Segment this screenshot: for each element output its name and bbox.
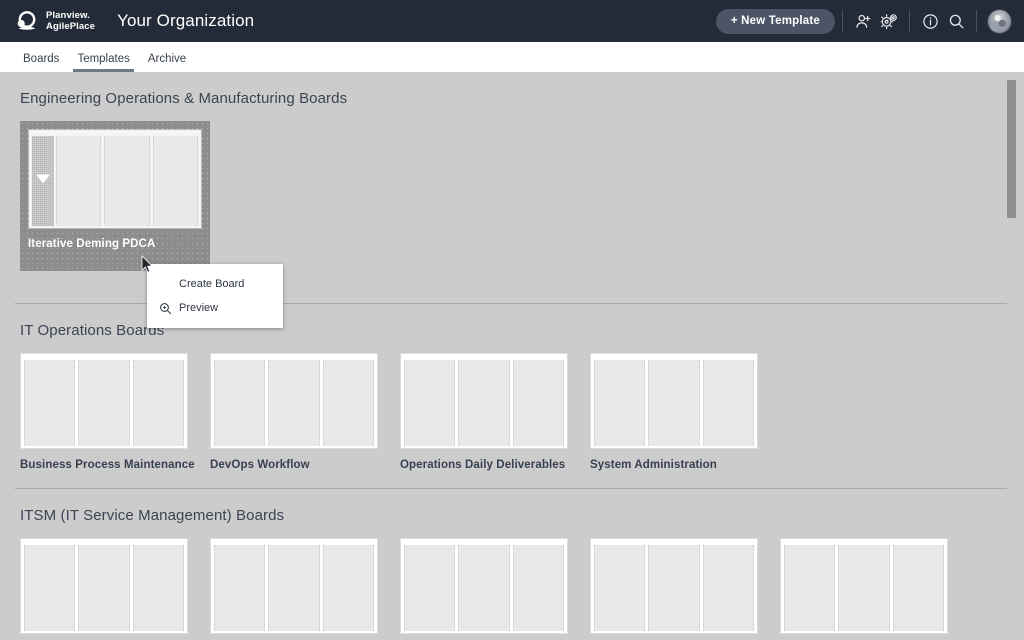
thumbnail-column <box>458 545 510 631</box>
section-title: Engineering Operations & Manufacturing B… <box>20 90 348 107</box>
thumbnail-column <box>784 545 836 631</box>
tab-boards[interactable]: Boards <box>14 53 68 72</box>
thumbnail-column <box>132 545 184 631</box>
template-card-itsm-5[interactable] <box>780 538 948 640</box>
board-thumbnail <box>400 538 568 634</box>
thumbnail-column <box>214 360 266 446</box>
template-card-label: Iterative Deming PDCA <box>28 238 156 250</box>
thumbnail-column <box>512 545 564 631</box>
context-menu-item-create-board[interactable]: Create Board <box>147 272 283 296</box>
thumbnail-column <box>892 545 944 631</box>
template-card-itsm-4[interactable] <box>590 538 758 640</box>
brand-logo[interactable]: Planview. AgilePlace <box>14 8 95 34</box>
thumbnail-column <box>648 360 700 446</box>
board-thumbnail <box>590 353 758 449</box>
thumbnail-column <box>104 136 150 226</box>
thumbnail-column <box>702 360 754 446</box>
thumbnail-column <box>322 360 374 446</box>
new-template-button[interactable]: + New Template <box>715 8 835 34</box>
thumbnail-column <box>214 545 266 631</box>
template-card-label: DevOps Workflow <box>210 459 310 471</box>
context-menu-item-label: Create Board <box>179 278 245 290</box>
context-menu-item-label: Preview <box>179 302 219 314</box>
template-card-iterative-deming-pdca[interactable]: Iterative Deming PDCA <box>20 121 210 271</box>
avatar[interactable] <box>987 8 1012 34</box>
template-card-itsm-3[interactable] <box>400 538 568 640</box>
brand-line-2: AgilePlace <box>46 21 96 32</box>
thumbnail-column <box>152 136 198 226</box>
divider <box>976 10 977 32</box>
template-card-itsm-1[interactable] <box>20 538 188 640</box>
search-icon[interactable] <box>943 8 969 34</box>
template-card-devops-workflow[interactable]: DevOps Workflow <box>210 353 378 471</box>
context-menu-item-preview[interactable]: Preview <box>147 296 283 320</box>
thumbnail-column <box>594 545 646 631</box>
section-it-operations: IT Operations Boards Business Process Ma… <box>0 304 1024 489</box>
section-itsm: ITSM (IT Service Management) Boards <box>0 489 1024 640</box>
thumbnail-column <box>404 360 456 446</box>
thumbnail-column <box>648 545 700 631</box>
chevron-down-icon[interactable] <box>36 174 50 184</box>
template-card-itsm-2[interactable] <box>210 538 378 640</box>
thumbnail-column <box>24 360 76 446</box>
template-context-menu: Create Board Preview <box>147 264 283 328</box>
template-card-label: Operations Daily Deliverables <box>400 459 566 471</box>
divider <box>909 10 910 32</box>
thumbnail-column <box>512 360 564 446</box>
magnifier-icon <box>157 300 173 316</box>
board-thumbnail <box>20 538 188 634</box>
brand-line-1: Planview. <box>46 10 90 21</box>
thumbnail-column <box>404 545 456 631</box>
templates-content-area: Engineering Operations & Manufacturing B… <box>0 72 1024 640</box>
thumbnail-column <box>78 545 130 631</box>
template-card-row: Business Process Maintenance DevOps Work… <box>0 339 1024 471</box>
thumbnail-column <box>268 545 320 631</box>
board-thumbnail <box>210 353 378 449</box>
board-thumbnail <box>590 538 758 634</box>
tab-templates[interactable]: Templates <box>68 53 138 72</box>
template-card-row <box>0 524 1024 640</box>
thumbnail-column <box>594 360 646 446</box>
thumbnail-column <box>56 136 102 226</box>
thumbnail-column <box>458 360 510 446</box>
board-thumbnail <box>210 538 378 634</box>
info-icon[interactable] <box>917 8 943 34</box>
thumbnail-column <box>322 545 374 631</box>
thumbnail-column <box>132 360 184 446</box>
divider <box>842 10 843 32</box>
thumbnail-column <box>838 545 890 631</box>
tab-archive[interactable]: Archive <box>139 53 195 72</box>
planview-logo-icon <box>14 8 40 34</box>
vertical-scrollbar-thumb[interactable] <box>1007 80 1016 218</box>
thumbnail-column <box>24 545 76 631</box>
brand-wordmark: Planview. AgilePlace <box>46 10 95 32</box>
template-card-label: Business Process Maintenance <box>20 459 195 471</box>
board-thumbnail <box>20 353 188 449</box>
board-thumbnail <box>28 129 202 229</box>
board-thumbnail <box>780 538 948 634</box>
thumbnail-column <box>702 545 754 631</box>
top-header-bar: Planview. AgilePlace Your Organization +… <box>0 0 1024 42</box>
template-card-system-administration[interactable]: System Administration <box>590 353 758 471</box>
thumbnail-backlog-lane <box>32 136 54 226</box>
board-thumbnail <box>400 353 568 449</box>
settings-gears-icon[interactable] <box>876 8 902 34</box>
template-card-label: System Administration <box>590 459 717 471</box>
organization-title: Your Organization <box>117 11 255 30</box>
template-card-row: Iterative Deming PDCA <box>0 107 1024 271</box>
thumbnail-column <box>268 360 320 446</box>
template-card-operations-daily-deliverables[interactable]: Operations Daily Deliverables <box>400 353 568 471</box>
tab-bar: Boards Templates Archive <box>0 42 1024 72</box>
header-actions: + New Template <box>715 8 1012 34</box>
thumbnail-column <box>78 360 130 446</box>
section-title: ITSM (IT Service Management) Boards <box>20 507 285 524</box>
add-user-icon[interactable] <box>850 8 876 34</box>
template-card-business-process-maintenance[interactable]: Business Process Maintenance <box>20 353 195 471</box>
